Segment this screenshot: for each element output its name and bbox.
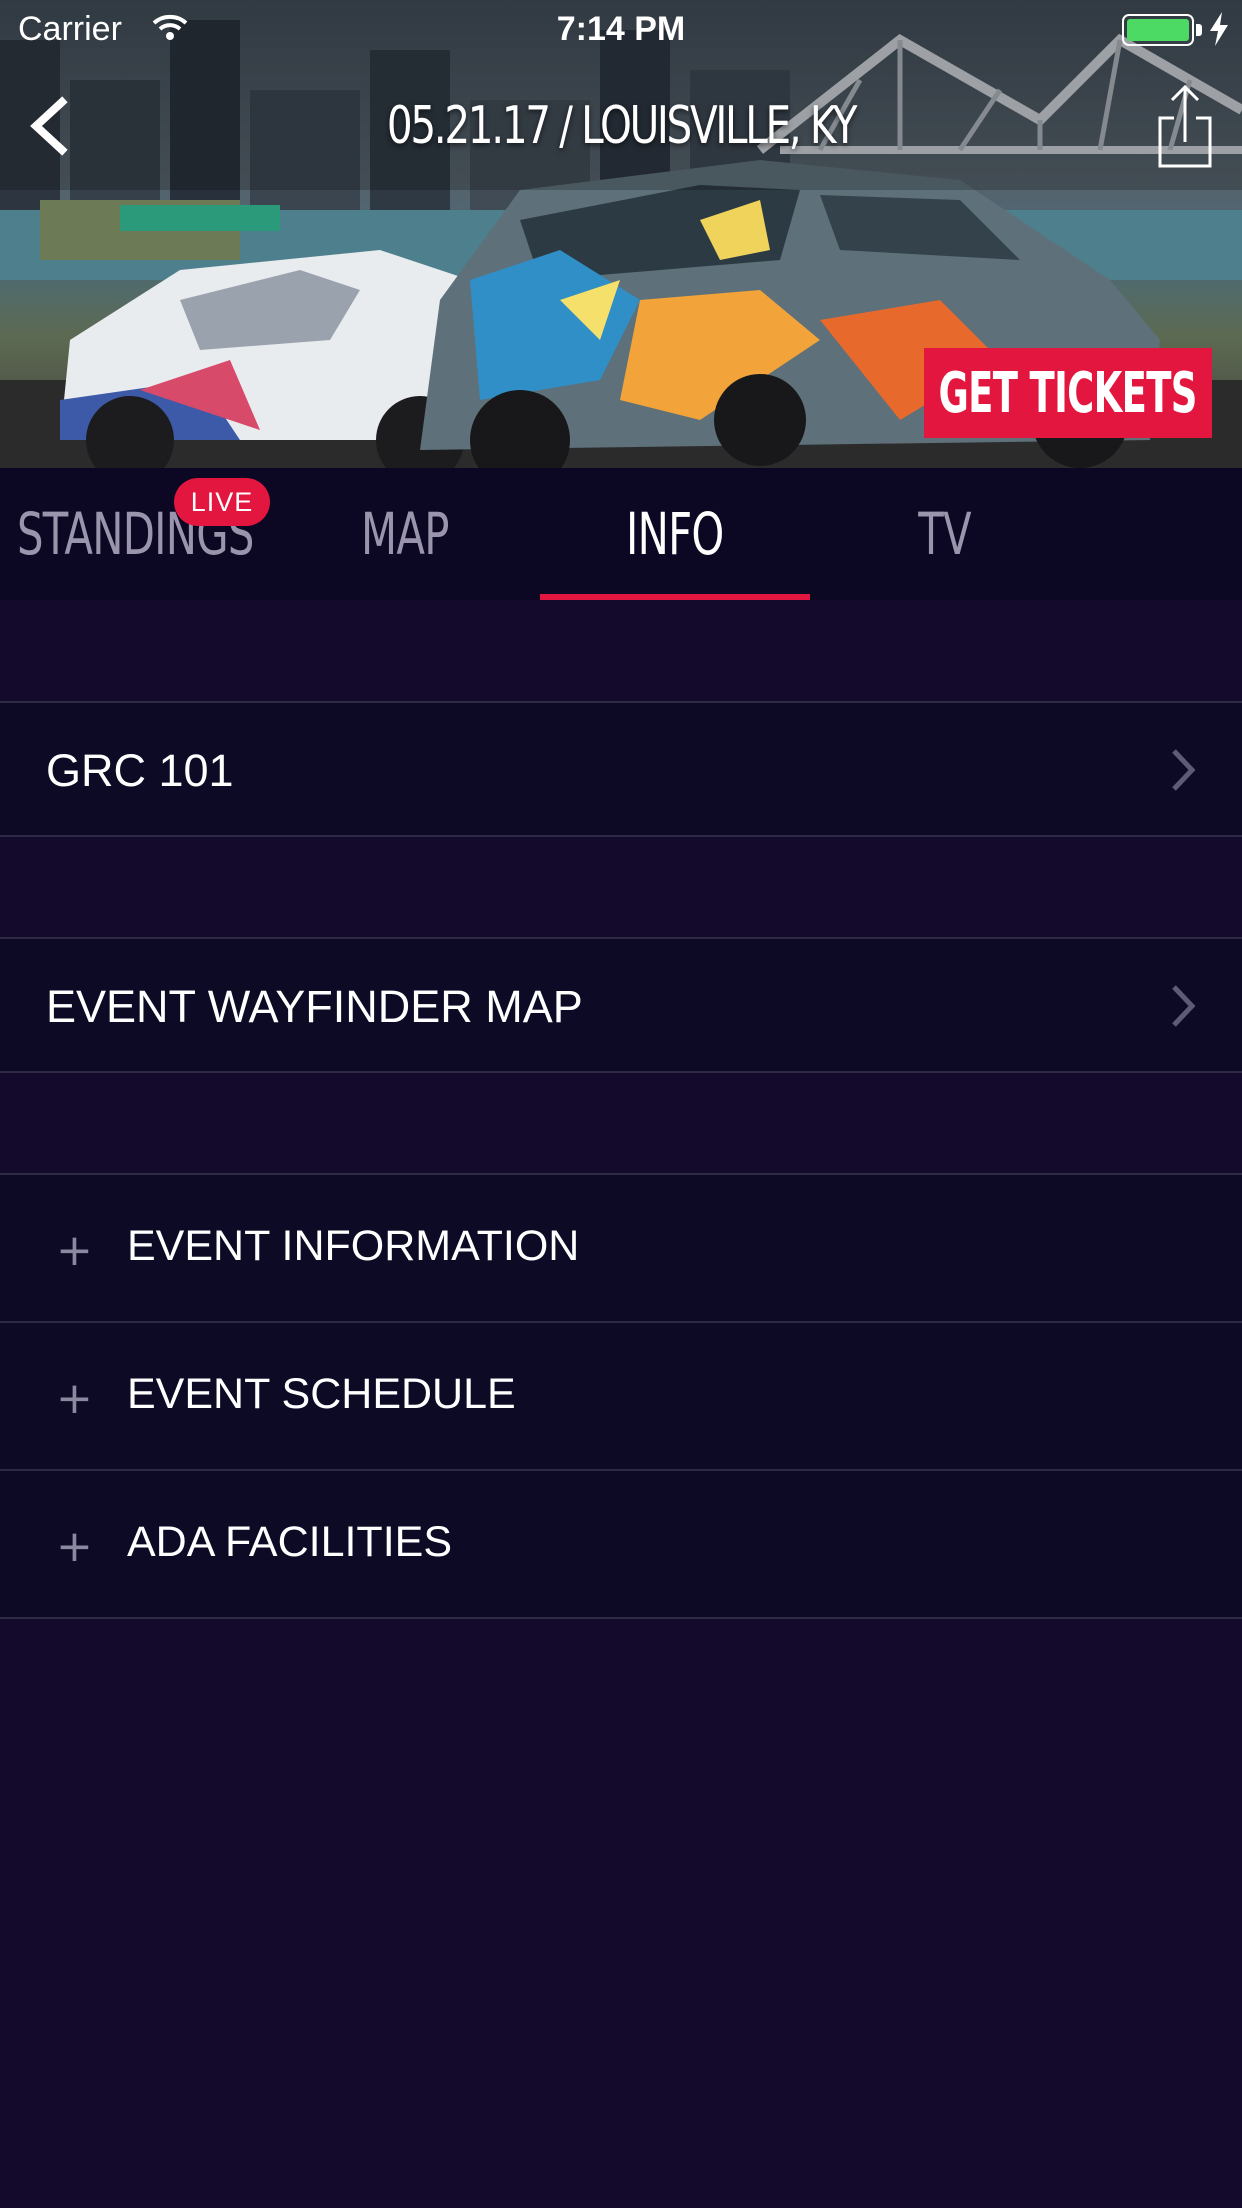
event-schedule-label: EVENT SCHEDULE xyxy=(127,1370,516,1418)
event-title: 05.21.17 / LOUISVILLE, KY xyxy=(386,96,858,156)
event-schedule-accordion[interactable]: + EVENT SCHEDULE xyxy=(0,1323,1242,1471)
plus-icon: + xyxy=(56,1225,93,1276)
tab-map-label: MAP xyxy=(361,500,449,568)
chevron-right-icon xyxy=(1168,983,1198,1034)
clock-time: 7:14 PM xyxy=(556,10,686,48)
active-tab-indicator xyxy=(540,594,810,600)
tab-info[interactable]: INFO xyxy=(540,468,810,600)
get-tickets-label: GET TICKETS xyxy=(938,360,1198,426)
get-tickets-button[interactable]: GET TICKETS xyxy=(924,348,1212,438)
live-badge: LIVE xyxy=(174,478,270,526)
event-wayfinder-map-row[interactable]: EVENT WAYFINDER MAP xyxy=(0,937,1242,1073)
event-information-accordion[interactable]: + EVENT INFORMATION xyxy=(0,1175,1242,1323)
share-button[interactable] xyxy=(1152,84,1218,170)
plus-icon: + xyxy=(56,1521,93,1572)
tab-info-label: INFO xyxy=(626,500,724,568)
tab-tv-label: TV xyxy=(918,500,972,568)
plus-icon: + xyxy=(56,1373,93,1424)
chevron-right-icon xyxy=(1168,747,1198,798)
battery-icon xyxy=(1122,14,1194,46)
status-bar: Carrier 7:14 PM xyxy=(0,0,1242,60)
share-icon xyxy=(1158,84,1212,168)
event-information-label: EVENT INFORMATION xyxy=(127,1222,580,1270)
grc-101-row[interactable]: GRC 101 xyxy=(0,701,1242,837)
ada-facilities-accordion[interactable]: + ADA FACILITIES xyxy=(0,1471,1242,1619)
tab-tv[interactable]: TV xyxy=(810,468,1080,600)
event-wayfinder-map-label: EVENT WAYFINDER MAP xyxy=(46,981,583,1032)
ada-facilities-label: ADA FACILITIES xyxy=(127,1518,452,1566)
chevron-left-icon xyxy=(30,96,68,156)
back-button[interactable] xyxy=(22,92,82,162)
grc-101-label: GRC 101 xyxy=(46,745,234,796)
hero-banner: Carrier 7:14 PM 05.21.17 / LOUISVILLE, K… xyxy=(0,0,1242,468)
battery-cap xyxy=(1196,24,1202,36)
charging-bolt-icon xyxy=(1208,12,1230,55)
tab-map[interactable]: MAP xyxy=(270,468,540,600)
